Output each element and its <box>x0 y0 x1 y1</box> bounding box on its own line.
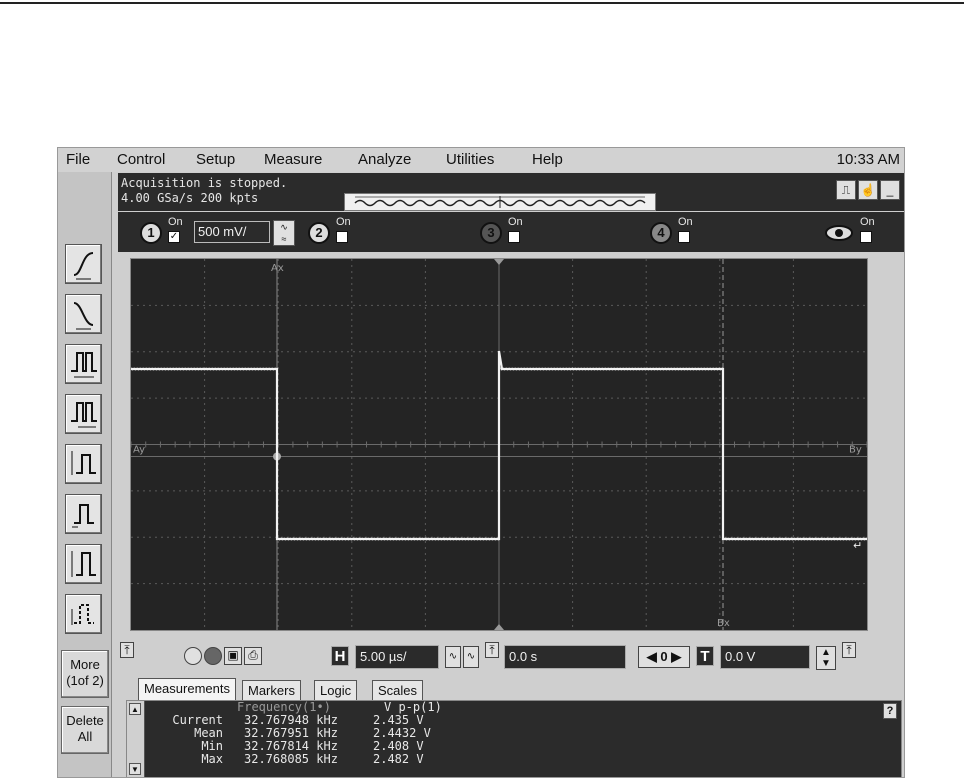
max-frequency: 32.768085 kHz <box>244 752 338 766</box>
period-icon <box>71 402 97 428</box>
left-toolbar: More (1of 2) Delete All <box>58 172 112 777</box>
pulse-width-icon <box>71 352 97 378</box>
delay-arrow-icon[interactable]: ⤒ <box>485 642 499 658</box>
menu-file[interactable]: File <box>66 151 90 168</box>
timebase-down-icon[interactable]: ∿ <box>445 646 461 668</box>
horizontal-icon: H <box>331 646 349 666</box>
channel-1-button[interactable]: 1 <box>140 222 162 244</box>
top-level-icon <box>72 504 94 528</box>
delay-scroll-control[interactable]: ◀ 0 ▶ <box>638 646 690 668</box>
single-pulse-icon[interactable]: ⎍ <box>836 180 856 200</box>
measurements-panel: ▲ ▼ Frequency(1•) V p-p(1) Current 32.76… <box>126 700 902 777</box>
pulse-width-button[interactable] <box>65 344 102 384</box>
channel-2-button[interactable]: 2 <box>308 222 330 244</box>
delete-all-button[interactable]: Delete All <box>61 706 109 754</box>
marker-ax-label: Ax <box>271 263 284 274</box>
trigger-icon: T <box>696 646 714 666</box>
falling-edge-trigger-button[interactable] <box>65 294 102 334</box>
window-buttons: ⎍ ☝ _ <box>834 180 900 200</box>
period-measure-button[interactable] <box>65 394 102 434</box>
amplitude-button[interactable] <box>65 444 102 484</box>
acquisition-status: Acquisition is stopped. <box>121 176 288 190</box>
scroll-up-icon[interactable]: ▲ <box>129 703 141 715</box>
menu-bar: File Control Setup Measure Analyze Utili… <box>58 148 904 172</box>
menu-control[interactable]: Control <box>117 151 165 168</box>
trigger-level-spinner[interactable]: ▲ ▼ <box>816 646 836 670</box>
trigger-position-bottom-icon <box>494 624 504 630</box>
waveform-display[interactable]: Ax Ay Bx By ↵ <box>130 258 868 631</box>
overview-waveform-icon <box>354 196 646 208</box>
sample-rate: 4.00 GSa/s 200 kpts <box>121 191 259 205</box>
horizontal-control-row: ⤒ ▣ ⎙ H 5.00 µs/ ∿ ∿ ⤒ 0.0 s ◀ 0 ▶ T 0.0… <box>118 638 904 676</box>
base-level-button[interactable] <box>65 594 102 634</box>
more-button[interactable]: More (1of 2) <box>61 650 109 698</box>
falling-edge-icon <box>73 302 94 330</box>
tab-scales[interactable]: Scales <box>372 680 424 700</box>
menu-setup[interactable]: Setup <box>196 151 235 168</box>
clock: 10:33 AM <box>836 151 900 168</box>
tab-markers[interactable]: Markers <box>242 680 301 700</box>
timebase-field[interactable]: 5.00 µs/ <box>355 645 439 669</box>
graticule: Ax Ay Bx By ↵ <box>131 259 867 630</box>
trigger-level-marker-icon: ↵ <box>853 539 862 552</box>
top-level-button[interactable] <box>65 494 102 534</box>
menu-analyze[interactable]: Analyze <box>358 151 411 168</box>
channel-2-checkbox[interactable] <box>336 231 348 243</box>
tab-measurements[interactable]: Measurements <box>138 678 236 700</box>
menu-help[interactable]: Help <box>532 151 563 168</box>
max-vpp: 2.482 V <box>373 752 424 766</box>
channel-3-button[interactable]: 3 <box>480 222 502 244</box>
channel-1-on-label: On <box>168 216 183 228</box>
run-arrow-icon[interactable]: ⤒ <box>120 642 134 658</box>
channel-2-on-label: On <box>336 216 351 228</box>
rising-edge-trigger-button[interactable] <box>65 244 102 284</box>
stop-button[interactable] <box>204 647 222 665</box>
marker-by-label: By <box>849 445 862 456</box>
channel-1-checkbox[interactable]: ✓ <box>168 231 180 243</box>
channel-1-scale-spinner[interactable]: ∿ ≈ <box>273 220 295 246</box>
oscilloscope-window: File Control Setup Measure Analyze Utili… <box>57 147 905 778</box>
print-icon[interactable]: ⎙ <box>244 647 262 665</box>
autoscale-icon[interactable]: ▣ <box>224 647 242 665</box>
minimize-icon[interactable]: _ <box>880 180 900 200</box>
timebase-up-icon[interactable]: ∿ <box>463 646 479 668</box>
math-function-icon[interactable] <box>824 224 854 242</box>
channel-4-button[interactable]: 4 <box>650 222 672 244</box>
delay-field[interactable]: 0.0 s <box>504 645 626 669</box>
scroll-down-icon[interactable]: ▼ <box>129 763 141 775</box>
channel-4-on-label: On <box>678 216 693 228</box>
page-top-rule <box>0 2 964 4</box>
channel-bar: 1 On ✓ 500 mV/ ∿ ≈ 2 On 3 On 4 On On <box>118 212 904 252</box>
channel-3-checkbox[interactable] <box>508 231 520 243</box>
marker-bx-label: Bx <box>717 618 730 629</box>
amplitude-icon <box>71 451 96 475</box>
trigger-level-field[interactable]: 0.0 V <box>720 645 810 669</box>
peak-to-peak-button[interactable] <box>65 544 102 584</box>
math-on-label: On <box>860 216 875 228</box>
waveform-overview[interactable] <box>344 193 656 211</box>
channel-1-scale-field[interactable]: 500 mV/ <box>194 221 270 243</box>
run-button[interactable] <box>184 647 202 665</box>
mouse-icon[interactable]: ☝ <box>858 180 878 200</box>
measurements-scrollbar[interactable]: ▲ ▼ <box>127 701 145 777</box>
menu-measure[interactable]: Measure <box>264 151 322 168</box>
marker-ay-label: Ay <box>133 445 145 456</box>
math-checkbox[interactable] <box>860 231 872 243</box>
tab-logic[interactable]: Logic <box>314 680 358 700</box>
help-button[interactable]: ? <box>883 703 897 719</box>
channel-4-checkbox[interactable] <box>678 231 690 243</box>
trigger-arrow-icon[interactable]: ⤒ <box>842 642 856 658</box>
menu-utilities[interactable]: Utilities <box>446 151 494 168</box>
base-level-icon <box>71 604 94 625</box>
acquisition-status-area: Acquisition is stopped. 4.00 GSa/s 200 k… <box>118 173 904 211</box>
peak-to-peak-icon <box>71 551 96 577</box>
row-label-max: Max <box>201 752 223 766</box>
trigger-position-top-icon <box>494 259 504 265</box>
channel-3-on-label: On <box>508 216 523 228</box>
rising-edge-icon <box>73 252 94 280</box>
